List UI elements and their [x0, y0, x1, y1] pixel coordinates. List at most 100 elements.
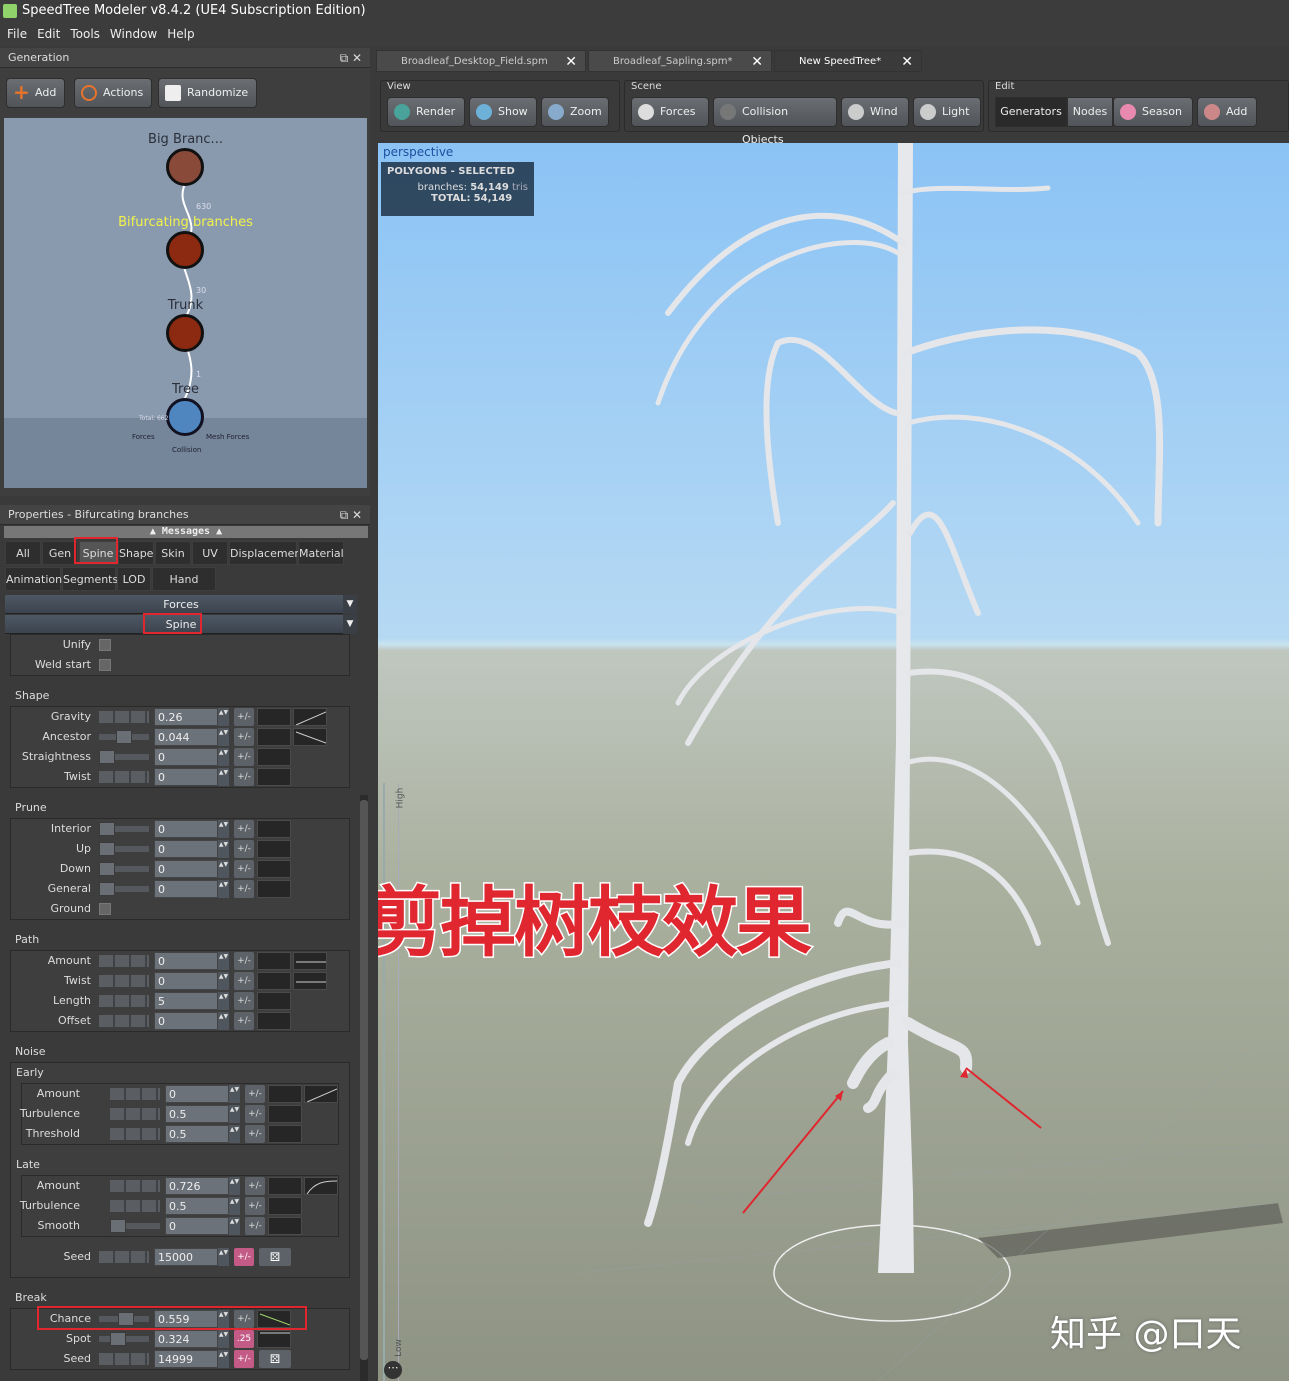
tab-skin[interactable]: Skin	[155, 541, 191, 565]
curve-editor[interactable]	[257, 768, 291, 786]
slider[interactable]	[99, 975, 149, 987]
value-input[interactable]: 0.5	[165, 1105, 229, 1123]
slider[interactable]	[110, 1108, 160, 1120]
curve-editor[interactable]	[304, 1177, 338, 1195]
checkbox[interactable]	[99, 903, 111, 915]
wind-button[interactable]: Wind	[841, 97, 909, 127]
curve-editor[interactable]	[257, 748, 291, 766]
tab-segments[interactable]: Segments	[62, 567, 118, 591]
spinner[interactable]: ▲▼	[218, 880, 229, 898]
doc-tab[interactable]: Broadleaf_Sapling.spm* ✕	[588, 50, 772, 72]
curve-editor[interactable]	[268, 1105, 302, 1123]
slider[interactable]	[110, 1088, 160, 1100]
randomize-range-button[interactable]: +/-	[234, 708, 254, 726]
slider[interactable]	[110, 1128, 160, 1140]
slider[interactable]	[110, 1219, 160, 1233]
randomize-range-button[interactable]: +/-	[234, 840, 254, 858]
slider-handle[interactable]	[109, 1332, 126, 1346]
curve-editor[interactable]	[257, 708, 291, 726]
season-button[interactable]: Season	[1113, 97, 1193, 127]
collision-objects-button[interactable]: Collision Objects	[713, 97, 837, 146]
slider[interactable]	[99, 1353, 149, 1365]
curve-editor[interactable]	[293, 708, 327, 726]
curve-editor[interactable]	[257, 1012, 291, 1030]
randomize-button[interactable]: Randomize	[158, 78, 258, 108]
slider-handle[interactable]	[116, 730, 132, 744]
add-button[interactable]: + Add	[6, 78, 66, 108]
randomize-range-button[interactable]: +/-	[245, 1177, 265, 1195]
spinner[interactable]: ▲▼	[218, 972, 229, 990]
slider[interactable]	[99, 955, 149, 967]
checkbox[interactable]	[99, 639, 111, 651]
value-input[interactable]: 0	[154, 840, 218, 858]
slider[interactable]	[99, 995, 149, 1007]
spinner[interactable]: ▲▼	[229, 1177, 240, 1195]
randomize-range-button[interactable]: .25	[234, 1330, 254, 1348]
random-seed-dice-icon[interactable]: ⚄	[259, 1350, 291, 1368]
randomize-range-button[interactable]: +/-	[234, 748, 254, 766]
curve-editor[interactable]	[293, 972, 327, 990]
tab-material[interactable]: Material	[298, 541, 344, 565]
randomize-range-button[interactable]: +/-	[234, 992, 254, 1010]
menu-window[interactable]: Window	[110, 27, 157, 41]
light-button[interactable]: Light	[913, 97, 981, 127]
menu-file[interactable]: File	[7, 27, 27, 41]
randomize-range-button[interactable]: +/-	[234, 860, 254, 878]
add-button[interactable]: Add	[1197, 97, 1257, 127]
value-input[interactable]: 0	[154, 820, 218, 838]
spinner[interactable]: ▲▼	[218, 992, 229, 1010]
value-input[interactable]: 0	[154, 860, 218, 878]
spinner[interactable]: ▲▼	[218, 1330, 229, 1348]
more-options-button[interactable]: ⋯	[384, 1361, 402, 1379]
curve-editor[interactable]	[257, 820, 291, 838]
tab-shape[interactable]: Shape	[118, 541, 154, 565]
menu-help[interactable]: Help	[167, 27, 194, 41]
slider[interactable]	[99, 822, 149, 836]
doc-tab[interactable]: Broadleaf_Desktop_Field.spm ✕	[376, 50, 586, 72]
node-bifurcating-branches[interactable]	[166, 231, 204, 269]
menu-tools[interactable]: Tools	[70, 27, 100, 41]
spinner[interactable]: ▲▼	[218, 1350, 229, 1368]
nodes-button[interactable]: Nodes	[1067, 97, 1113, 127]
curve-editor[interactable]	[257, 1330, 291, 1348]
curve-editor[interactable]	[268, 1197, 302, 1215]
3d-viewport[interactable]: perspective POLYGONS - SELECTED branches…	[378, 143, 1289, 1381]
slider[interactable]	[99, 711, 149, 723]
messages-bar[interactable]: ▲ Messages ▲	[4, 526, 368, 538]
value-input[interactable]: 0	[154, 880, 218, 898]
zoom-button[interactable]: Zoom	[541, 97, 609, 127]
slider[interactable]	[110, 1200, 160, 1212]
slider-handle[interactable]	[99, 822, 115, 836]
spinner[interactable]: ▲▼	[218, 860, 229, 878]
tab-animation[interactable]: Animation	[5, 567, 62, 591]
curve-editor[interactable]	[257, 972, 291, 990]
spinner[interactable]: ▲▼	[218, 768, 229, 786]
randomize-range-button[interactable]: +/-	[234, 728, 254, 746]
node-tree[interactable]	[166, 398, 204, 436]
randomize-range-button[interactable]: +/-	[245, 1217, 265, 1235]
value-input[interactable]: 15000	[154, 1248, 218, 1266]
slider[interactable]	[99, 750, 149, 764]
curve-editor[interactable]	[268, 1125, 302, 1143]
curve-editor[interactable]	[257, 952, 291, 970]
randomize-range-button[interactable]: +/-	[234, 820, 254, 838]
curve-editor[interactable]	[304, 1085, 338, 1103]
actions-button[interactable]: Actions	[74, 78, 153, 108]
spinner[interactable]: ▲▼	[218, 840, 229, 858]
value-input[interactable]: 0	[154, 972, 218, 990]
value-input[interactable]: 0	[154, 952, 218, 970]
spinner[interactable]: ▲▼	[218, 820, 229, 838]
value-input[interactable]: 0	[154, 768, 218, 786]
tab-all[interactable]: All	[5, 541, 41, 565]
value-input[interactable]: 5	[154, 992, 218, 1010]
randomize-range-button[interactable]: +/-	[234, 1248, 254, 1266]
curve-editor[interactable]	[293, 728, 327, 746]
spinner[interactable]: ▲▼	[218, 748, 229, 766]
value-input[interactable]: 0	[154, 748, 218, 766]
curve-editor[interactable]	[257, 860, 291, 878]
slider[interactable]	[99, 771, 149, 783]
curve-editor[interactable]	[268, 1085, 302, 1103]
spinner[interactable]: ▲▼	[229, 1217, 240, 1235]
value-input[interactable]: 0.26	[154, 708, 218, 726]
spinner[interactable]: ▲▼	[218, 708, 229, 726]
